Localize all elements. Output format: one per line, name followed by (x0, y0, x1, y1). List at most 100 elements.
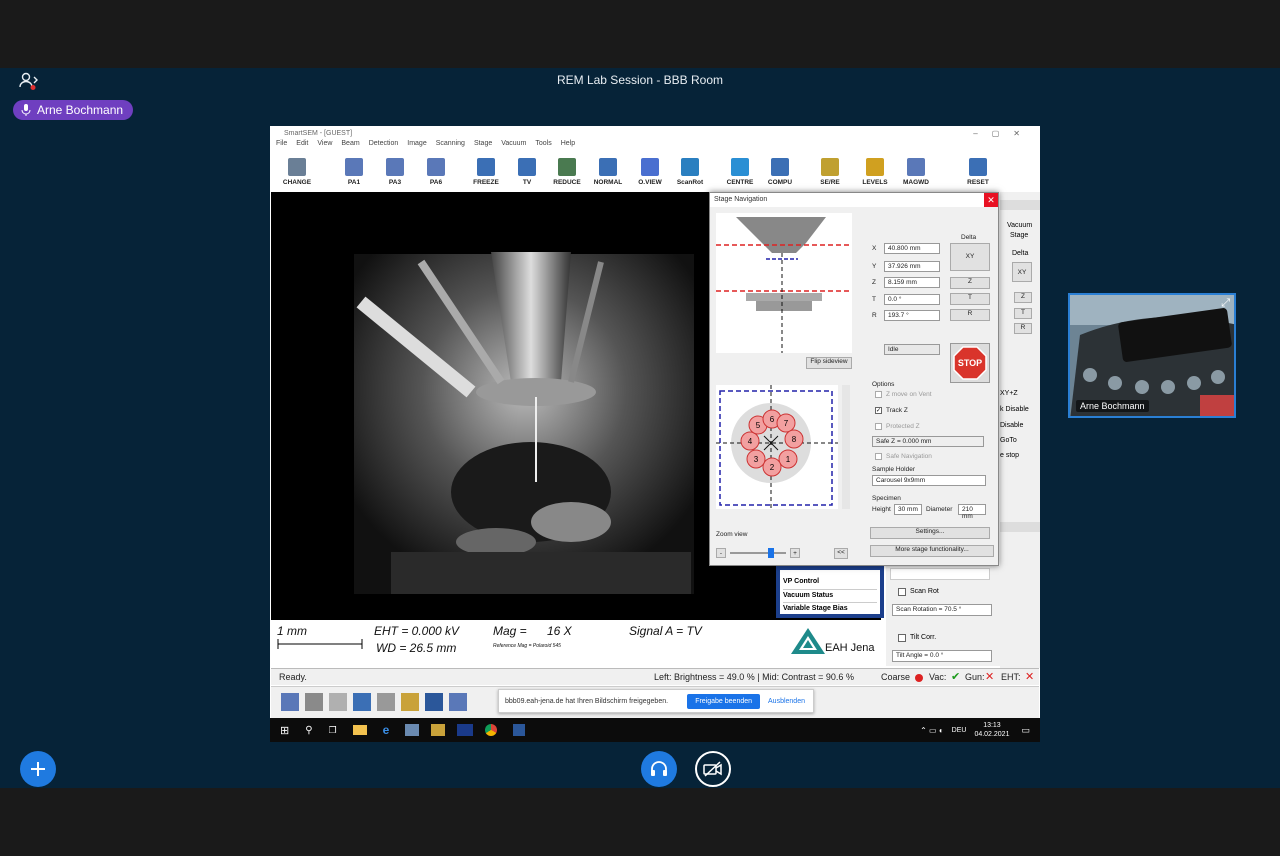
window-controls[interactable]: –▢✕ (973, 129, 1034, 138)
toolbar-pa6-button[interactable]: PA6 (416, 158, 456, 186)
t-button[interactable]: T (950, 293, 990, 305)
toolbar-centre-button[interactable]: CENTRE (720, 158, 760, 186)
app-icon[interactable] (431, 724, 446, 736)
strip-tool-icon[interactable] (449, 693, 467, 711)
toolbar-sere-button[interactable]: SE/RE (810, 158, 850, 186)
word-icon[interactable] (513, 724, 526, 736)
goto-label[interactable]: GoTo (1000, 437, 1017, 444)
stop-button[interactable]: STOP (950, 343, 990, 383)
x-field[interactable]: 40.800 mm (884, 243, 940, 254)
toolbar-pa3-button[interactable]: PA3 (375, 158, 415, 186)
toolbar-change-button[interactable]: CHANGE (277, 158, 317, 186)
strip-tool-icon[interactable] (353, 693, 371, 711)
camera-button[interactable] (695, 751, 731, 787)
scan-rotation-field[interactable]: Scan Rotation = 70.5 ° (892, 604, 992, 616)
webcam-video-tile[interactable]: ⤢ Arne Bochmann (1068, 293, 1236, 418)
list-item[interactable]: Variable Stage Bias (783, 603, 877, 616)
y-field[interactable]: 37.926 mm (884, 261, 940, 272)
toolbar-reset-button[interactable]: RESET (958, 158, 998, 186)
tilt-corr-checkbox[interactable] (898, 634, 906, 642)
zoom-out-button[interactable]: - (716, 548, 726, 558)
right-z-button[interactable]: Z (1014, 292, 1032, 303)
toolbar-magwd-button[interactable]: MAGWD (896, 158, 936, 186)
right-r-button[interactable]: R (1014, 323, 1032, 334)
chrome-icon[interactable] (485, 724, 498, 736)
menu-item-edit[interactable]: Edit (296, 140, 308, 150)
task-view-icon[interactable]: ❐ (329, 725, 337, 736)
menu-item-detection[interactable]: Detection (369, 140, 399, 150)
menu-item-beam[interactable]: Beam (341, 140, 359, 150)
estop-label[interactable]: e stop (1000, 452, 1019, 459)
menu-item-file[interactable]: File (276, 140, 287, 150)
settings-button[interactable]: Settings... (870, 527, 990, 539)
strip-tool-icon[interactable] (401, 693, 419, 711)
search-icon[interactable]: ⚲ (305, 725, 312, 736)
list-item[interactable]: Vacuum Status (783, 590, 877, 603)
edge-icon[interactable]: e (383, 723, 390, 737)
toolbar-reduce-button[interactable]: REDUCE (547, 158, 587, 186)
menu-item-help[interactable]: Help (561, 140, 575, 150)
toolbar-levels-button[interactable]: LEVELS (855, 158, 895, 186)
strip-tool-icon[interactable] (377, 693, 395, 711)
toolbar-normal-button[interactable]: NORMAL (588, 158, 628, 186)
menu-item-view[interactable]: View (317, 140, 332, 150)
collapse-button[interactable]: << (834, 548, 848, 559)
zoom-thumb[interactable] (768, 548, 774, 558)
carousel-scrollbar[interactable] (842, 385, 850, 509)
scan-rot-checkbox[interactable] (898, 588, 906, 596)
toolbar-tv-button[interactable]: TV (507, 158, 547, 186)
clock[interactable]: 13:13 04.02.2021 (974, 721, 1009, 739)
zoom-in-button[interactable]: + (790, 548, 800, 558)
stop-sharing-button[interactable]: Freigabe beenden (687, 693, 761, 709)
safe-nav-checkbox[interactable] (875, 453, 882, 460)
flip-sideview-button[interactable]: Flip sideview (806, 357, 852, 369)
diameter-field[interactable]: 210 mm (958, 504, 986, 520)
right-t-button[interactable]: T (1014, 308, 1032, 319)
protected-z-checkbox[interactable] (875, 423, 882, 430)
notifications-icon[interactable]: ▭ (1021, 725, 1030, 736)
sample-holder-select[interactable]: Carousel 9x9mm (872, 475, 986, 486)
z-field[interactable]: 8.159 mm (884, 277, 940, 288)
hide-button[interactable]: Ausblenden (760, 698, 813, 705)
more-stage-button[interactable]: More stage functionality... (870, 545, 994, 557)
explorer-icon[interactable] (352, 725, 367, 735)
z-move-checkbox[interactable] (875, 391, 882, 398)
audio-button[interactable] (641, 751, 677, 787)
menu-item-scanning[interactable]: Scanning (436, 140, 465, 150)
toolbar-scanrot-button[interactable]: ScanRot (670, 158, 710, 186)
carousel-top-view[interactable]: 1 2 3456 78 (716, 385, 838, 509)
menu-item-tools[interactable]: Tools (535, 140, 551, 150)
presenter-pill[interactable]: Arne Bochmann (13, 100, 134, 120)
strip-tool-icon[interactable] (281, 693, 299, 711)
height-field[interactable]: 30 mm (894, 504, 922, 515)
right-xy-button[interactable]: XY (1012, 262, 1032, 282)
fullscreen-icon[interactable]: ⤢ (1221, 297, 1230, 310)
tray-icons[interactable]: ⌃ ▭ ◐ (920, 726, 944, 735)
app-icon[interactable] (405, 724, 420, 736)
xy-button[interactable]: XY (950, 243, 990, 271)
menu-item-image[interactable]: Image (407, 140, 426, 150)
safe-z-field[interactable]: Safe Z = 0.000 mm (872, 436, 984, 447)
toolbar-freeze-button[interactable]: FREEZE (466, 158, 506, 186)
r-button[interactable]: R (950, 309, 990, 321)
toolbar-compu-button[interactable]: COMPU (760, 158, 800, 186)
zeiss-icon[interactable] (457, 724, 474, 736)
t-field[interactable]: 0.0 ° (884, 294, 940, 305)
toolbar-pa1-button[interactable]: PA1 (334, 158, 374, 186)
zoom-slider[interactable]: - + (716, 548, 800, 558)
language-indicator[interactable]: DEU (952, 727, 967, 734)
strip-tool-icon[interactable] (425, 693, 443, 711)
strip-tool-icon[interactable] (329, 693, 347, 711)
z-button[interactable]: Z (950, 277, 990, 289)
windows-start-icon[interactable]: ⊞ (280, 724, 289, 737)
menu-item-vacuum[interactable]: Vacuum (501, 140, 526, 150)
r-field[interactable]: 193.7 ° (884, 310, 940, 321)
track-z-checkbox[interactable]: ✓ (875, 407, 882, 414)
add-button[interactable] (20, 751, 56, 787)
close-icon[interactable]: ✕ (984, 193, 998, 207)
list-item[interactable]: VP Control (783, 576, 877, 590)
tilt-angle-field[interactable]: Tilt Angle = 0.0 ° (892, 650, 992, 662)
menu-item-stage[interactable]: Stage (474, 140, 492, 150)
toolbar-oview-button[interactable]: O.VIEW (630, 158, 670, 186)
strip-tool-icon[interactable] (305, 693, 323, 711)
